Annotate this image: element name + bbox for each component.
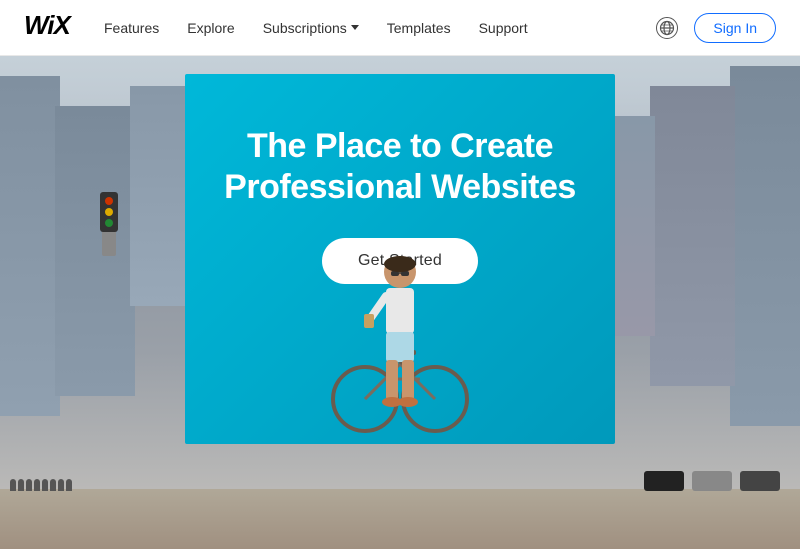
building-left-1 xyxy=(0,76,60,416)
hero-person-area xyxy=(290,224,510,444)
crowd-person xyxy=(10,479,16,491)
crowd-person xyxy=(34,479,40,491)
navbar: WiX Features Explore Subscriptions Templ… xyxy=(0,0,800,56)
nav-templates[interactable]: Templates xyxy=(387,20,451,36)
traffic-light-pole xyxy=(102,206,116,256)
car-1 xyxy=(644,471,684,491)
sign-in-button[interactable]: Sign In xyxy=(694,13,776,43)
sidewalk xyxy=(0,489,800,549)
crowd-person xyxy=(50,479,56,491)
crowd-left xyxy=(10,479,72,491)
nav-right: Sign In xyxy=(656,13,776,43)
cars-right xyxy=(644,471,780,491)
billboard: The Place to Create Professional Website… xyxy=(185,74,615,444)
globe-icon xyxy=(659,20,675,36)
building-left-2 xyxy=(55,106,135,396)
traffic-light-red xyxy=(105,197,113,205)
car-2 xyxy=(692,471,732,491)
crowd-person xyxy=(42,479,48,491)
crowd-person xyxy=(58,479,64,491)
traffic-light-yellow xyxy=(105,208,113,216)
logo-text: WiX xyxy=(24,10,72,45)
building-right-2 xyxy=(650,86,735,386)
nav-features[interactable]: Features xyxy=(104,20,159,36)
person-bicycle-illustration xyxy=(290,224,510,444)
traffic-light-green xyxy=(105,219,113,227)
hero-section: The Place to Create Professional Website… xyxy=(0,56,800,549)
language-selector[interactable] xyxy=(656,17,678,39)
crowd-person xyxy=(26,479,32,491)
nav-explore[interactable]: Explore xyxy=(187,20,234,36)
svg-text:WiX: WiX xyxy=(24,10,72,38)
car-3 xyxy=(740,471,780,491)
nav-subscriptions[interactable]: Subscriptions xyxy=(263,20,359,36)
crowd-person xyxy=(66,479,72,491)
crowd-person xyxy=(18,479,24,491)
building-right-1 xyxy=(730,66,800,426)
hero-title: The Place to Create Professional Website… xyxy=(224,126,576,208)
nav-links: Features Explore Subscriptions Templates… xyxy=(104,20,656,36)
chevron-down-icon xyxy=(351,25,359,30)
wix-logo-svg: WiX xyxy=(24,10,72,38)
traffic-light-head xyxy=(100,192,118,232)
wix-logo[interactable]: WiX xyxy=(24,10,72,45)
nav-support[interactable]: Support xyxy=(479,20,528,36)
